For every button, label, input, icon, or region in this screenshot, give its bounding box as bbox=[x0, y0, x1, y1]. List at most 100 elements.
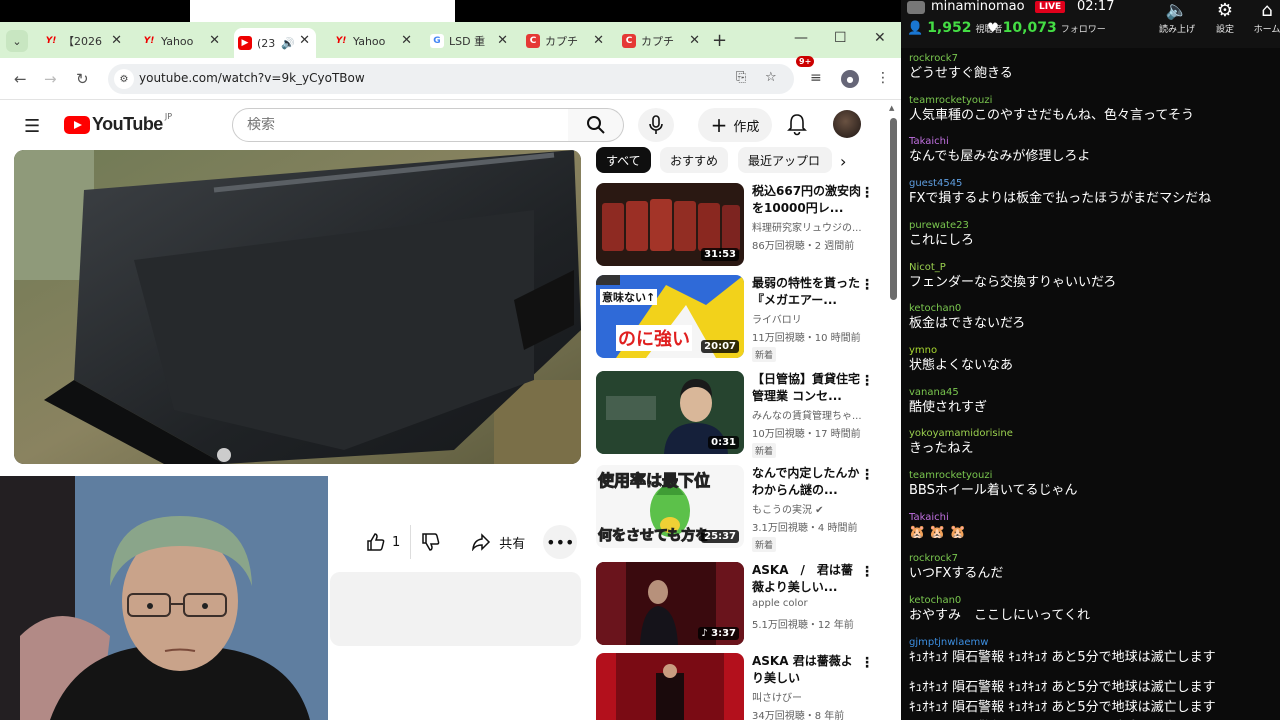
read-aloud-button[interactable]: 🔈 読み上げ bbox=[1155, 0, 1199, 40]
chip-recent[interactable]: 最近アップロ bbox=[738, 147, 832, 173]
chat-username[interactable]: purewate23 bbox=[909, 220, 1275, 232]
video-menu-icon[interactable]: ⋮ bbox=[860, 655, 874, 671]
chat-username[interactable]: Takaichi bbox=[909, 512, 1275, 524]
search-box[interactable] bbox=[232, 108, 569, 142]
forward-icon[interactable]: → bbox=[44, 70, 57, 88]
url-omnibox[interactable]: ⚙ youtube.com/watch?v=9k_yCyoTBow ⎘ ☆ bbox=[108, 64, 794, 94]
channel-name[interactable]: 叫さけびー bbox=[752, 689, 867, 704]
video-menu-icon[interactable]: ⋮ bbox=[860, 467, 874, 483]
video-title[interactable]: ASKA 君は薔薇より美しい bbox=[752, 653, 864, 687]
video-thumbnail[interactable]: 31:53 bbox=[596, 183, 744, 266]
video-menu-icon[interactable]: ⋮ bbox=[860, 373, 874, 389]
install-icon[interactable]: ⎘ bbox=[736, 70, 746, 85]
tab-search-icon[interactable]: ⌄ bbox=[6, 30, 28, 52]
recommendation-item[interactable]: 0:31 【日管協】賃貸住宅管理業 コンセ... みんなの賃貸管理ちゃ... 1… bbox=[596, 371, 886, 459]
chat-username[interactable]: rockrock7 bbox=[909, 53, 1275, 65]
video-thumbnail[interactable]: 使用率は最下位 何をさせても方を 25:37 bbox=[596, 465, 744, 548]
chip-next-icon[interactable]: › bbox=[840, 152, 846, 171]
tab-close-icon[interactable]: ✕ bbox=[497, 33, 508, 48]
description-box[interactable] bbox=[330, 572, 581, 646]
chip-all[interactable]: すべて bbox=[596, 147, 651, 173]
channel-name[interactable]: ライバロリ bbox=[752, 311, 867, 326]
chat-username[interactable]: ketochan0 bbox=[909, 303, 1275, 315]
minimize-icon[interactable]: — bbox=[794, 30, 808, 46]
channel-name[interactable]: apple color bbox=[752, 598, 867, 609]
channel-name[interactable]: もこうの実況 ✔ bbox=[752, 501, 867, 516]
browser-tab[interactable]: C カプチ ✕ bbox=[522, 28, 610, 54]
video-title[interactable]: 【日管協】賃貸住宅管理業 コンセ... bbox=[752, 371, 864, 405]
chip-recommended[interactable]: おすすめ bbox=[660, 147, 729, 173]
chat-username[interactable]: Nicot_P bbox=[909, 262, 1275, 274]
search-input[interactable] bbox=[247, 117, 547, 133]
tab-close-icon[interactable]: ✕ bbox=[111, 33, 122, 48]
browser-tab[interactable]: Y! 【2026 ✕ bbox=[40, 28, 128, 54]
video-thumbnail[interactable]: 意味ない↑ のに強い 20:07 bbox=[596, 275, 744, 358]
tab-close-icon[interactable]: ✕ bbox=[401, 33, 412, 48]
channel-name[interactable]: 料理研究家リュウジの... bbox=[752, 219, 867, 234]
browser-tab[interactable]: Y! Yahoo ✕ bbox=[330, 28, 418, 54]
chat-username[interactable]: Takaichi bbox=[909, 136, 1275, 148]
browser-profile-icon[interactable]: ● bbox=[841, 70, 859, 88]
account-avatar[interactable] bbox=[833, 110, 861, 138]
more-actions-icon[interactable]: ••• bbox=[543, 525, 578, 559]
video-thumbnail[interactable]: ♪ 3:37 bbox=[596, 562, 744, 645]
channel-name[interactable]: みんなの賃貸管理ちゃ... bbox=[752, 407, 867, 422]
playlist-icon[interactable]: ≡ bbox=[810, 70, 822, 86]
browser-tab[interactable]: G LSD 重 ✕ bbox=[426, 28, 514, 54]
tab-close-icon[interactable]: ✕ bbox=[593, 33, 604, 48]
video-thumbnail[interactable]: 0:31 bbox=[596, 371, 744, 454]
tab-close-icon[interactable]: ✕ bbox=[299, 33, 310, 48]
video-title[interactable]: 最弱の特性を貰った『メガエアー... bbox=[752, 275, 864, 309]
home-button[interactable]: ⌂ ホーム bbox=[1245, 0, 1280, 40]
site-info-icon[interactable]: ⚙ bbox=[114, 69, 134, 89]
bookmark-star-icon[interactable]: ☆ bbox=[765, 70, 777, 85]
video-title[interactable]: なんで内定したんかわからん謎の... bbox=[752, 465, 864, 499]
recommendation-item[interactable]: 意味ない↑ のに強い 20:07 最弱の特性を貰った『メガエアー... ライバロ… bbox=[596, 275, 886, 363]
chat-username[interactable]: teamrocketyouzi bbox=[909, 470, 1275, 482]
maximize-icon[interactable]: ☐ bbox=[834, 30, 847, 46]
tab-audio-icon[interactable]: 🔊 bbox=[281, 37, 295, 50]
video-thumbnail[interactable] bbox=[596, 653, 744, 720]
chat-username[interactable]: rockrock7 bbox=[909, 553, 1275, 565]
hamburger-menu-icon[interactable]: ☰ bbox=[24, 116, 40, 137]
new-tab-button[interactable]: + bbox=[712, 30, 727, 51]
create-button[interactable]: + 作成 bbox=[698, 108, 772, 142]
browser-tab[interactable]: ▶ (23 🔊 ✕ bbox=[234, 28, 316, 58]
tab-close-icon[interactable]: ✕ bbox=[209, 33, 220, 48]
share-button[interactable]: 共有 bbox=[461, 525, 536, 559]
video-menu-icon[interactable]: ⋮ bbox=[860, 277, 874, 293]
url-text[interactable]: youtube.com/watch?v=9k_yCyoTBow bbox=[139, 71, 365, 85]
dislike-button[interactable] bbox=[410, 525, 451, 559]
browser-tab[interactable]: C カプチ ✕ bbox=[618, 28, 706, 54]
reload-icon[interactable]: ↻ bbox=[76, 70, 89, 88]
settings-button[interactable]: ⚙ 設定 bbox=[1203, 0, 1247, 40]
search-button[interactable] bbox=[568, 108, 624, 142]
chat-username[interactable]: vanana45 bbox=[909, 387, 1275, 399]
youtube-logo[interactable]: YouTube JP bbox=[64, 112, 172, 135]
chat-username[interactable]: ymno bbox=[909, 345, 1275, 357]
browser-tab[interactable]: Y! Yahoo ✕ bbox=[138, 28, 226, 54]
video-title[interactable]: ASKA / 君は薔薇より美しい... bbox=[752, 562, 864, 596]
notifications-button[interactable] bbox=[786, 112, 810, 138]
close-window-icon[interactable]: ✕ bbox=[874, 30, 886, 46]
like-button[interactable]: 1 bbox=[356, 525, 410, 559]
recommendation-item[interactable]: ♪ 3:37 ASKA / 君は薔薇より美しい... apple color 5… bbox=[596, 562, 886, 647]
tab-close-icon[interactable]: ✕ bbox=[689, 33, 700, 48]
chat-username[interactable]: ketochan0 bbox=[909, 595, 1275, 607]
recommendation-item[interactable]: 使用率は最下位 何をさせても方を 25:37 なんで内定したんかわからん謎の..… bbox=[596, 465, 886, 553]
video-menu-icon[interactable]: ⋮ bbox=[860, 185, 874, 201]
scroll-up-icon[interactable]: ▲ bbox=[889, 104, 894, 112]
recommendation-item[interactable]: 31:53 税込667円の激安肉を10000円レ... 料理研究家リュウジの..… bbox=[596, 183, 886, 271]
browser-menu-icon[interactable]: ⋮ bbox=[876, 70, 890, 86]
video-menu-icon[interactable]: ⋮ bbox=[860, 564, 874, 580]
video-title[interactable]: 税込667円の激安肉を10000円レ... bbox=[752, 183, 864, 217]
chat-username[interactable]: guest4545 bbox=[909, 178, 1275, 190]
voice-search-button[interactable] bbox=[638, 108, 674, 142]
chat-username[interactable]: yokoyamamidorisine bbox=[909, 428, 1275, 440]
video-player[interactable] bbox=[14, 150, 581, 464]
page-scrollbar-thumb[interactable] bbox=[890, 118, 897, 300]
back-icon[interactable]: ← bbox=[14, 70, 27, 88]
chat-username[interactable]: teamrocketyouzi bbox=[909, 95, 1275, 107]
recommendation-item[interactable]: ASKA 君は薔薇より美しい 叫さけびー 34万回視聴・8 年前 ⋮ bbox=[596, 653, 886, 720]
chat-username[interactable]: gjmptjnwlaemw bbox=[909, 637, 1275, 649]
